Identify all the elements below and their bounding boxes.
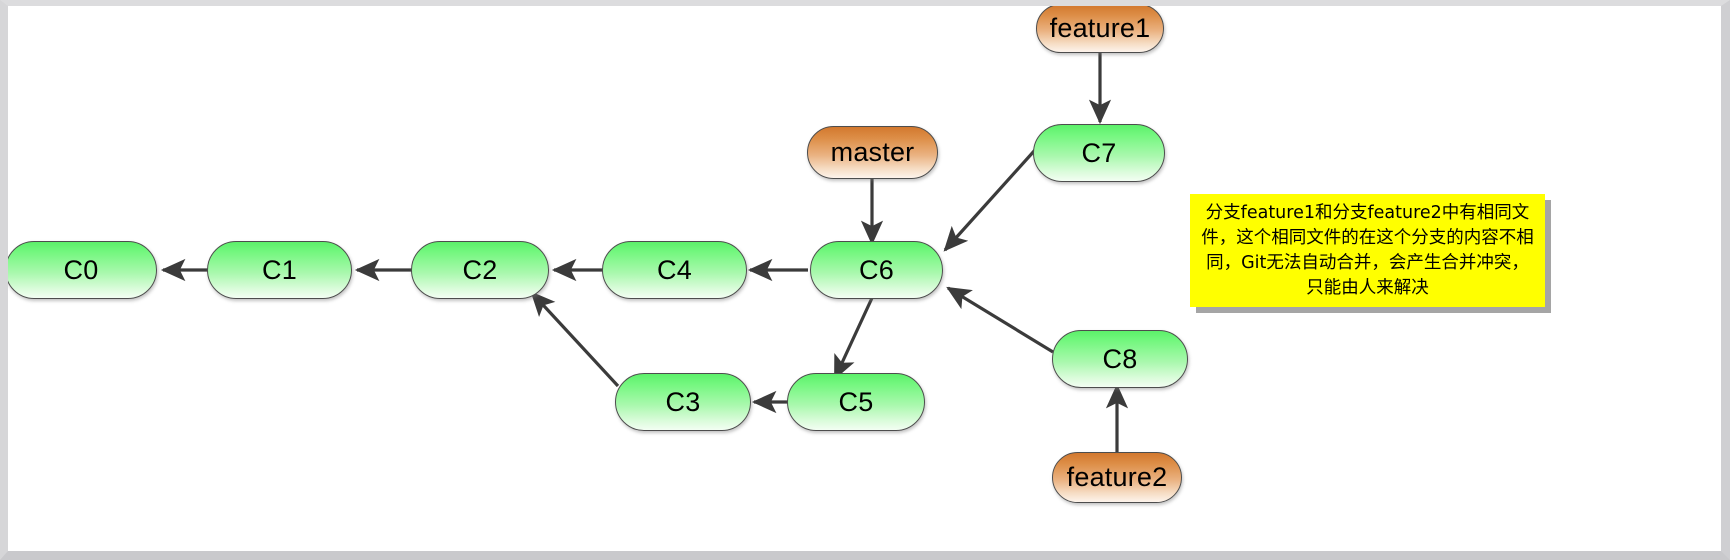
commit-node-c6[interactable]: C6 bbox=[810, 241, 943, 299]
commit-node-c1-label: C1 bbox=[262, 254, 297, 285]
branch-node-master-label: master bbox=[830, 137, 915, 167]
commit-node-c4[interactable]: C4 bbox=[602, 241, 747, 299]
edge-c6-to-c5 bbox=[833, 297, 874, 380]
diagram-canvas: C0 C1 C2 C4 C6 C3 C5 C7 C8 master featur… bbox=[0, 0, 1730, 560]
annotation-line-3: 同，Git无法自动合并，会产生合并冲突， bbox=[1206, 253, 1529, 273]
branch-node-feature1-label: feature1 bbox=[1049, 13, 1151, 43]
commit-node-c2-label: C2 bbox=[462, 254, 498, 285]
commit-node-c5-label: C5 bbox=[838, 386, 874, 417]
commit-node-c1[interactable]: C1 bbox=[207, 241, 352, 299]
commit-node-c5[interactable]: C5 bbox=[787, 373, 925, 431]
annotation-line-1: 分支feature1和分支feature2中有相同文 bbox=[1205, 203, 1530, 223]
commit-node-c3-label: C3 bbox=[665, 386, 701, 417]
branch-node-master[interactable]: master bbox=[807, 126, 938, 179]
branch-node-feature1[interactable]: feature1 bbox=[1036, 4, 1164, 53]
edge-c8-to-c6 bbox=[946, 286, 1054, 354]
commit-node-c3[interactable]: C3 bbox=[615, 373, 751, 431]
annotation-line-4: 只能由人来解决 bbox=[1306, 278, 1429, 298]
commit-node-c4-label: C4 bbox=[657, 254, 692, 285]
commit-node-c7[interactable]: C7 bbox=[1033, 124, 1165, 182]
commit-node-c0[interactable]: C0 bbox=[5, 241, 157, 299]
annotation-note: 分支feature1和分支feature2中有相同文 件，这个相同文件的在这个分… bbox=[1190, 194, 1545, 307]
commit-node-c2[interactable]: C2 bbox=[411, 241, 549, 299]
commit-node-c8[interactable]: C8 bbox=[1052, 330, 1188, 388]
branch-node-feature2-label: feature2 bbox=[1066, 462, 1168, 492]
edge-c3-to-c2 bbox=[530, 291, 620, 388]
edge-c7-to-c6 bbox=[943, 148, 1037, 252]
commit-node-c0-label: C0 bbox=[63, 254, 99, 285]
commit-node-c6-label: C6 bbox=[859, 254, 894, 285]
branch-node-feature2[interactable]: feature2 bbox=[1052, 452, 1182, 503]
commit-node-c8-label: C8 bbox=[1102, 343, 1138, 374]
commit-node-c7-label: C7 bbox=[1081, 137, 1117, 168]
annotation-line-2: 件，这个相同文件的在这个分支的内容不相 bbox=[1201, 228, 1534, 248]
